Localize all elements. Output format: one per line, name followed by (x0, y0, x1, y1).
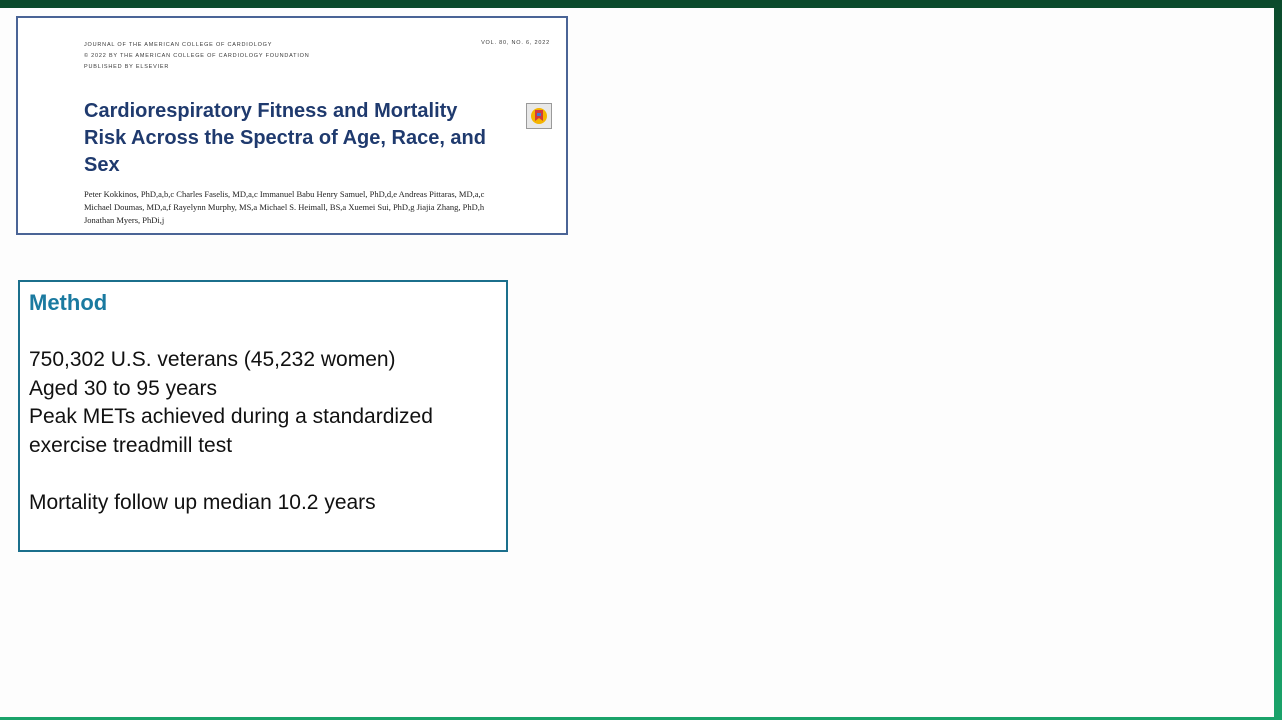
method-heading: Method (29, 290, 108, 315)
author-list: Peter Kokkinos, PhD,a,b,c Charles Faseli… (84, 188, 554, 227)
method-line: 750,302 U.S. veterans (45,232 women) (29, 348, 396, 371)
paper-header-card: JOURNAL OF THE AMERICAN COLLEGE OF CARDI… (16, 16, 568, 235)
author-line: Peter Kokkinos, PhD,a,b,c Charles Faseli… (84, 189, 485, 199)
method-line: Mortality follow up median 10.2 years (29, 490, 376, 514)
method-line: Aged 30 to 95 years (29, 376, 217, 400)
publisher-line: PUBLISHED BY ELSEVIER (84, 64, 170, 70)
author-line: Jonathan Myers, PhDi,j (84, 215, 165, 225)
slide: JOURNAL OF THE AMERICAN COLLEGE OF CARDI… (0, 8, 1274, 717)
author-line: Michael Doumas, MD,a,f Rayelynn Murphy, … (84, 202, 485, 212)
method-line: Peak METs achieved during a standardized… (29, 405, 433, 457)
journal-name: JOURNAL OF THE AMERICAN COLLEGE OF CARDI… (84, 42, 273, 48)
method-text: 750,302 U.S. veterans (45,232 women) Age… (29, 346, 499, 517)
method-box: Method 750,302 U.S. veterans (45,232 wom… (18, 280, 508, 552)
crossmark-icon[interactable] (526, 103, 552, 129)
volume-info: VOL. 80, NO. 6, 2022 (481, 40, 550, 46)
journal-meta: JOURNAL OF THE AMERICAN COLLEGE OF CARDI… (84, 40, 310, 73)
copyright-line: © 2022 BY THE AMERICAN COLLEGE OF CARDIO… (84, 53, 310, 59)
paper-title: Cardiorespiratory Fitness and Mortality … (84, 100, 486, 176)
